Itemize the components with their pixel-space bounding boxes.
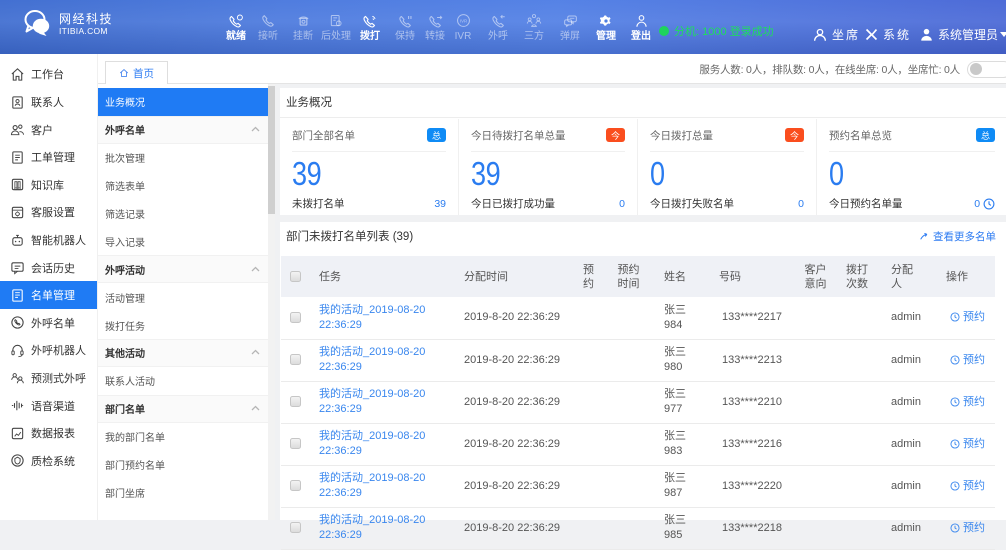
svg-text:IVR: IVR: [459, 18, 466, 23]
